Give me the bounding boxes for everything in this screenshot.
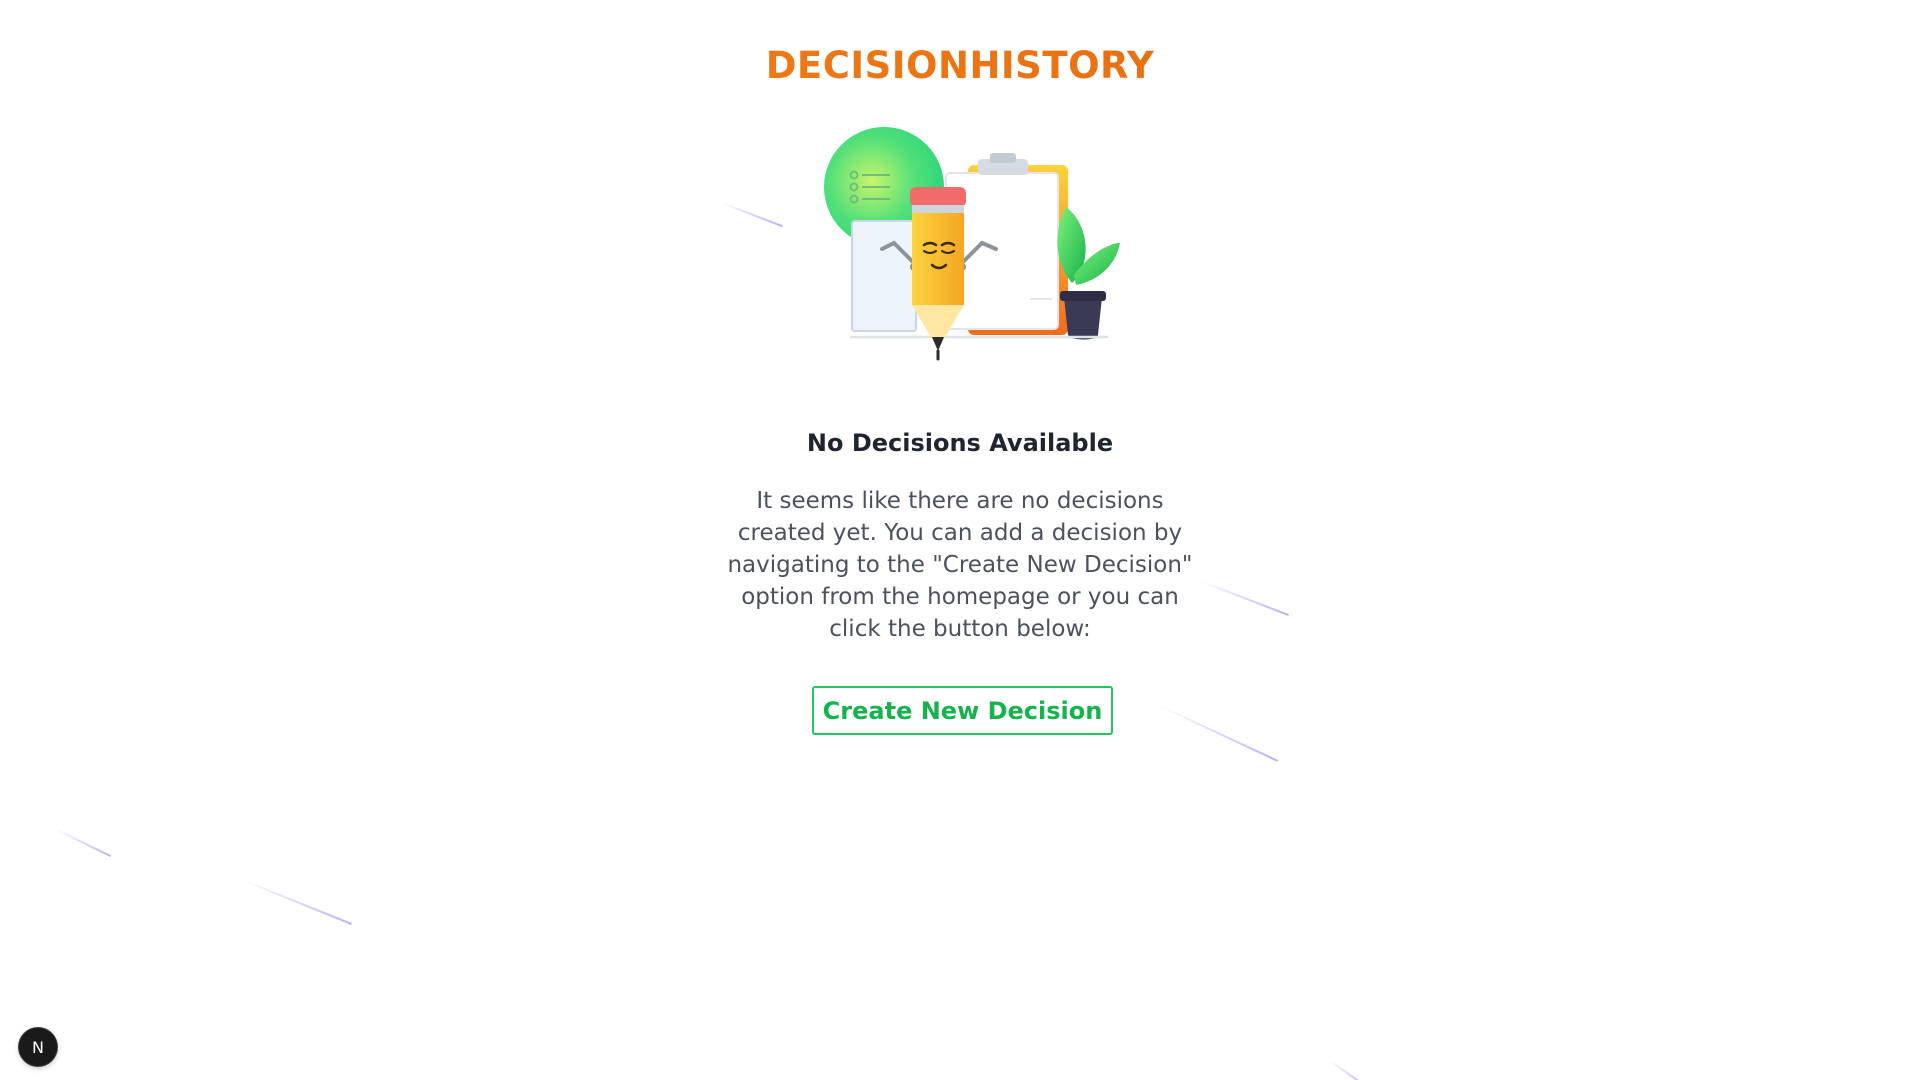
nextjs-dev-indicator[interactable]: N [19, 1028, 57, 1066]
page-title: DECISIONHISTORY [0, 44, 1920, 87]
decorative-streak [244, 880, 352, 925]
decorative-streak [1329, 1060, 1368, 1080]
create-new-decision-button[interactable]: Create New Decision [812, 686, 1113, 735]
page: DECISIONHISTORY No Decisions Available I… [0, 0, 1920, 1080]
empty-state-title: No Decisions Available [806, 429, 1114, 457]
decorative-streak [1199, 580, 1289, 616]
decorative-streak [1159, 705, 1279, 762]
decorative-streak [54, 828, 112, 857]
decorative-streak [721, 202, 783, 227]
empty-state-message: It seems like there are no decisions cre… [727, 488, 1193, 642]
pencil-clipboard-illustration [820, 125, 1120, 365]
